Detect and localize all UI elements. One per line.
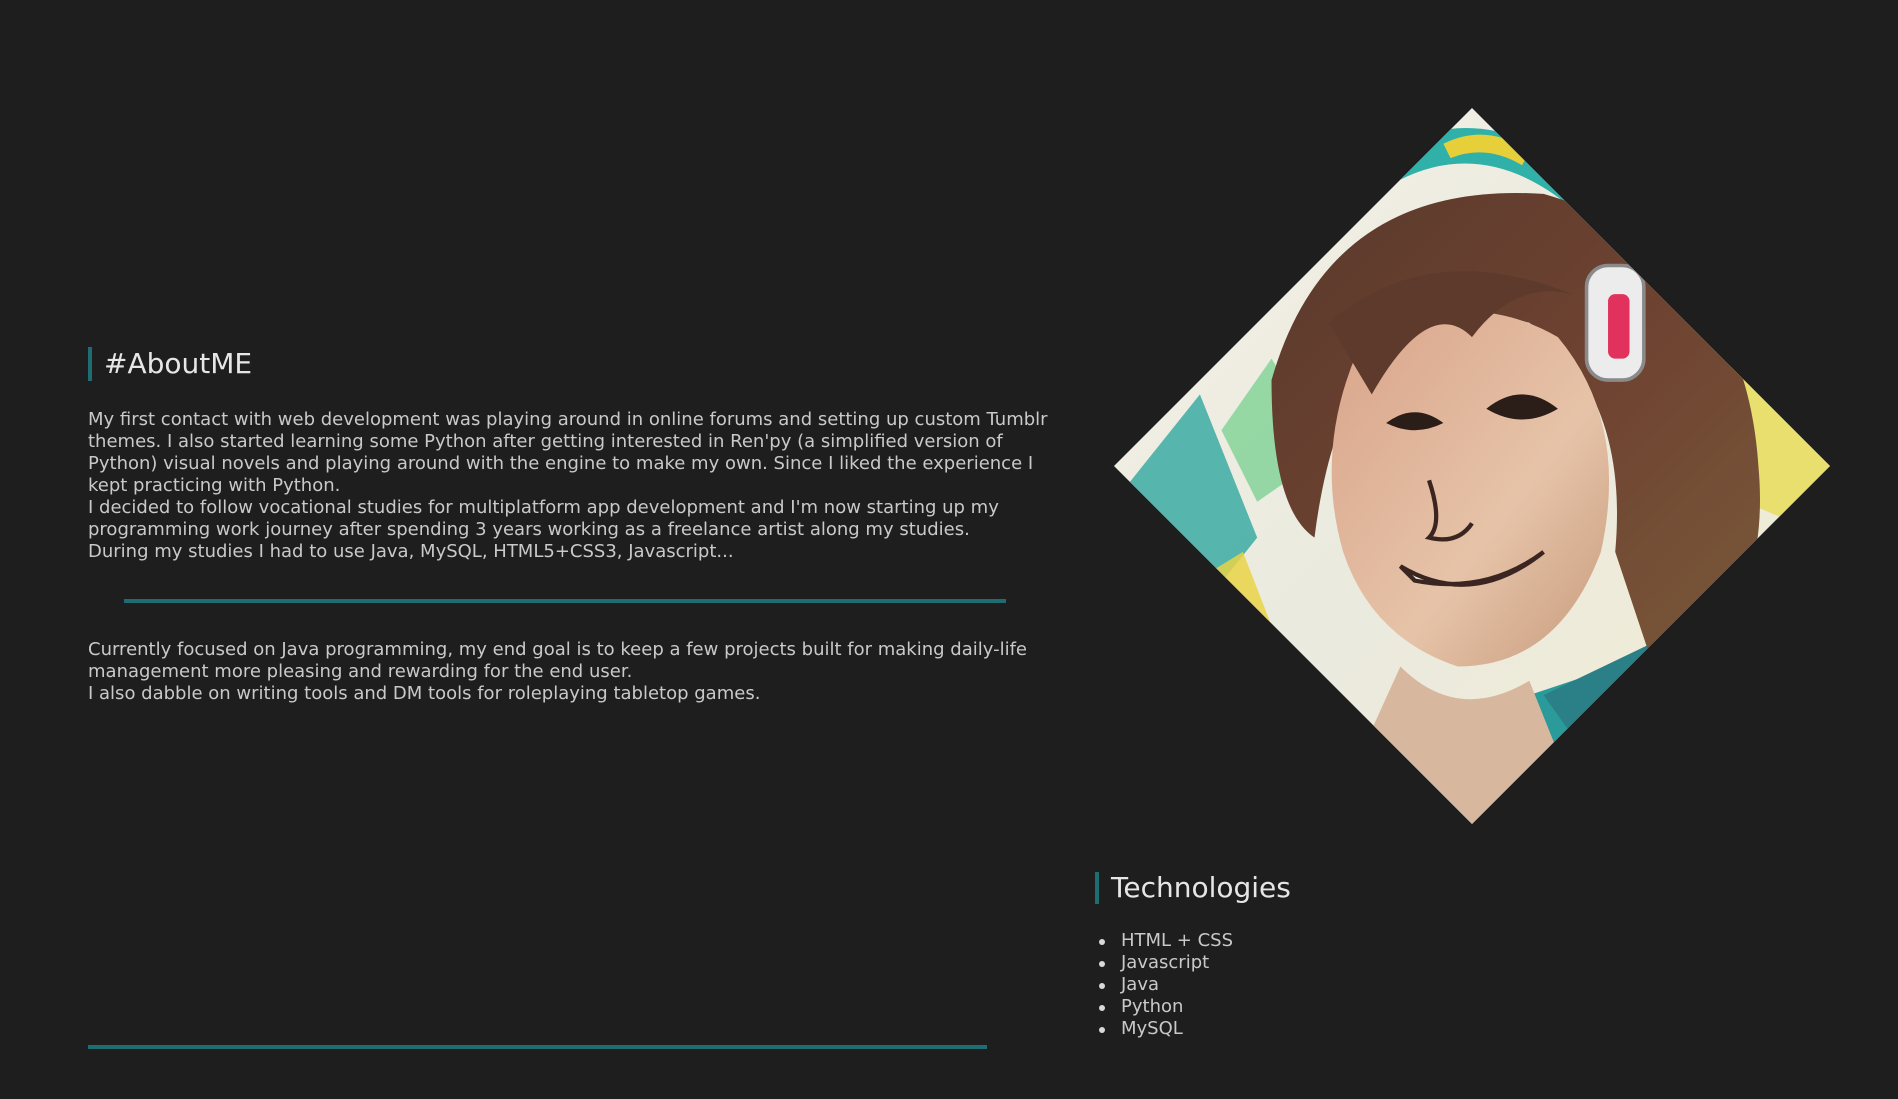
footer-divider xyxy=(88,1045,987,1049)
list-item: MySQL xyxy=(1098,1018,1233,1040)
about-paragraph-1: My first contact with web development wa… xyxy=(88,409,1048,562)
about-heading: #AboutME xyxy=(88,347,252,381)
section-divider xyxy=(124,599,1006,603)
list-item: Javascript xyxy=(1098,952,1233,974)
list-item: Python xyxy=(1098,996,1233,1018)
about-paragraph-2: Currently focused on Java programming, m… xyxy=(88,639,1027,704)
technologies-heading: Technologies xyxy=(1095,872,1291,904)
page: #AboutME My first contact with web devel… xyxy=(0,0,1898,1099)
technologies-list: HTML + CSS Javascript Java Python MySQL xyxy=(1095,930,1233,1040)
list-item: HTML + CSS xyxy=(1098,930,1234,951)
list-item: Java xyxy=(1098,974,1233,996)
portrait-illustration xyxy=(1114,108,1830,824)
portrait-art xyxy=(1114,108,1830,824)
